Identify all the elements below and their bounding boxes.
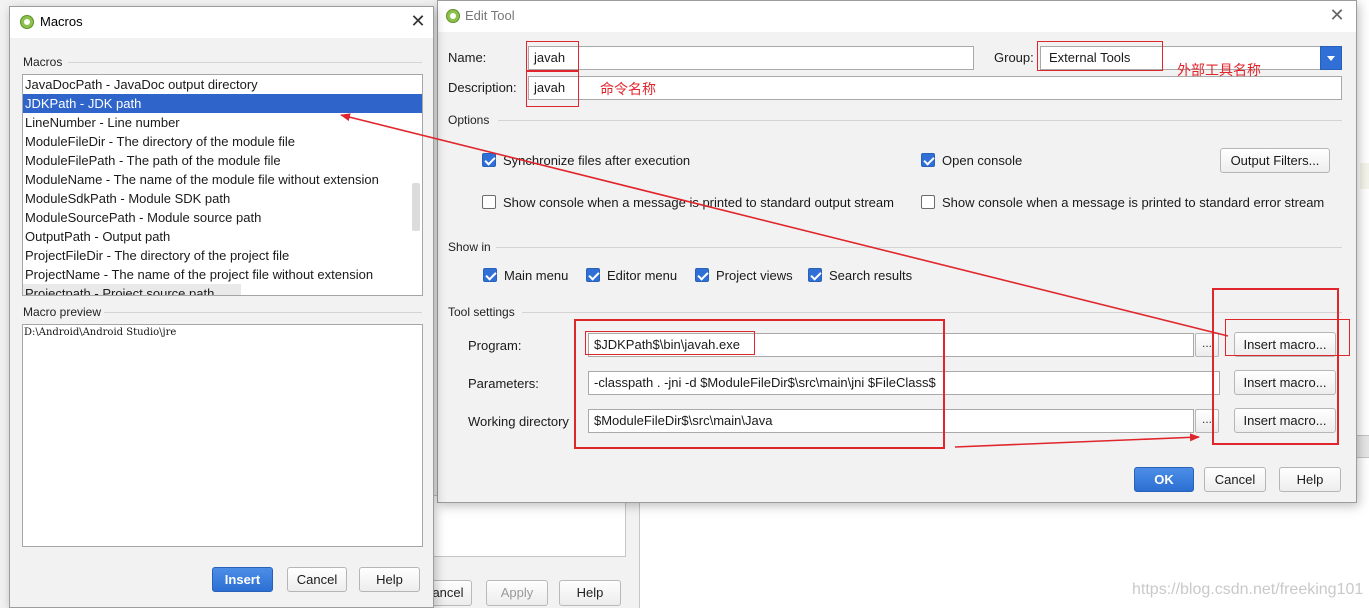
- macro-list-item[interactable]: ModuleFileDir - The directory of the mod…: [23, 132, 422, 151]
- description-highlight-box: [526, 71, 579, 107]
- console-stderr-checkbox[interactable]: [921, 195, 935, 209]
- group-annotation-note: 外部工具名称: [1177, 63, 1261, 79]
- edit-tool-titlebar: Edit Tool ✕: [438, 1, 1356, 32]
- android-studio-icon: [446, 9, 460, 23]
- group-highlight-box: [1037, 41, 1163, 71]
- macros-cancel-button[interactable]: Cancel: [287, 567, 347, 592]
- console-stdout-label: Show console when a message is printed t…: [503, 195, 894, 210]
- macros-dialog: Macros ✕ Macros JavaDocPath - JavaDoc ou…: [9, 6, 434, 608]
- program-insert-macro-highlight-box: [1225, 319, 1350, 356]
- project-views-label: Project views: [716, 268, 793, 283]
- console-stdout-checkbox[interactable]: [482, 195, 496, 209]
- show-in-divider: [496, 247, 1342, 248]
- help-button[interactable]: Help: [1279, 467, 1341, 492]
- macro-list-item[interactable]: ModuleName - The name of the module file…: [23, 170, 422, 189]
- show-in-section-label: Show in: [448, 240, 491, 254]
- main-menu-checkbox[interactable]: [483, 268, 497, 282]
- chevron-down-icon[interactable]: [1320, 46, 1342, 70]
- open-console-checkbox[interactable]: [921, 153, 935, 167]
- background-help-button[interactable]: Help: [559, 580, 621, 606]
- macro-list-item[interactable]: Projectpath - Project source path: [23, 284, 241, 295]
- macro-list-item[interactable]: ModuleFilePath - The path of the module …: [23, 151, 422, 170]
- macros-list-scrollbar[interactable]: [412, 183, 420, 231]
- macro-list-item[interactable]: ProjectFileDir - The directory of the pr…: [23, 246, 422, 265]
- macro-list-item[interactable]: JavaDocPath - JavaDoc output directory: [23, 75, 422, 94]
- macro-list-item[interactable]: ProjectName - The name of the project fi…: [23, 265, 422, 284]
- macros-list[interactable]: JavaDocPath - JavaDoc output directory JD…: [22, 74, 423, 296]
- android-studio-icon: [20, 15, 34, 29]
- parameters-label: Parameters:: [468, 376, 539, 391]
- macro-list-item[interactable]: JDKPath - JDK path: [23, 94, 422, 113]
- insert-macro-highlight-box: [1212, 288, 1339, 445]
- group-label: Group:: [994, 50, 1034, 65]
- sync-files-checkbox[interactable]: [482, 153, 496, 167]
- program-label: Program:: [468, 338, 522, 353]
- tool-settings-section-label: Tool settings: [448, 305, 515, 319]
- macros-section-label: Macros: [23, 55, 63, 69]
- options-section-label: Options: [448, 113, 490, 127]
- watermark: https://blog.csdn.net/freeking101: [1132, 581, 1364, 598]
- project-views-checkbox[interactable]: [695, 268, 709, 282]
- name-field[interactable]: javah: [528, 46, 974, 70]
- ok-button[interactable]: OK: [1134, 467, 1194, 492]
- cancel-button[interactable]: Cancel: [1204, 467, 1266, 492]
- open-console-label: Open console: [942, 153, 1023, 168]
- name-highlight-box: [526, 41, 579, 71]
- macro-preview-divider: [104, 312, 422, 313]
- insert-button[interactable]: Insert: [212, 567, 273, 592]
- macros-divider: [68, 62, 422, 63]
- macro-list-item[interactable]: OutputPath - Output path: [23, 227, 422, 246]
- editor-menu-label: Editor menu: [607, 268, 678, 283]
- background-editor-strip: [1360, 163, 1369, 189]
- sync-files-label: Synchronize files after execution: [503, 153, 691, 168]
- options-divider: [498, 120, 1342, 121]
- close-icon[interactable]: ✕: [1326, 5, 1348, 27]
- description-annotation-note: 命令名称: [600, 82, 656, 98]
- macros-titlebar: Macros ✕: [10, 7, 433, 38]
- editor-menu-checkbox[interactable]: [586, 268, 600, 282]
- macro-list-item[interactable]: ModuleSdkPath - Module SDK path: [23, 189, 422, 208]
- macro-preview-text: D:\Android\Android Studio\jre: [24, 327, 177, 338]
- console-stderr-label: Show console when a message is printed t…: [942, 195, 1325, 210]
- background-apply-button: Apply: [486, 580, 548, 606]
- search-results-label: Search results: [829, 268, 913, 283]
- close-icon[interactable]: ✕: [407, 11, 429, 33]
- description-label: Description:: [448, 80, 517, 95]
- macros-help-button[interactable]: Help: [359, 567, 420, 592]
- search-results-checkbox[interactable]: [808, 268, 822, 282]
- macro-list-item[interactable]: LineNumber - Line number: [23, 113, 422, 132]
- output-filters-button[interactable]: Output Filters...: [1220, 148, 1330, 173]
- edit-tool-title: Edit Tool: [465, 8, 515, 23]
- working-directory-label: Working directory: [468, 414, 569, 429]
- macros-title: Macros: [40, 14, 83, 29]
- macro-list-item[interactable]: ModuleSourcePath - Module source path: [23, 208, 422, 227]
- main-menu-label: Main menu: [504, 268, 569, 283]
- macro-preview-box: D:\Android\Android Studio\jre: [22, 324, 423, 547]
- macro-preview-label: Macro preview: [23, 305, 102, 319]
- macros-list-items: JavaDocPath - JavaDoc output directory JD…: [23, 75, 422, 295]
- program-macro-highlight-box: [585, 331, 755, 355]
- name-label: Name:: [448, 50, 487, 65]
